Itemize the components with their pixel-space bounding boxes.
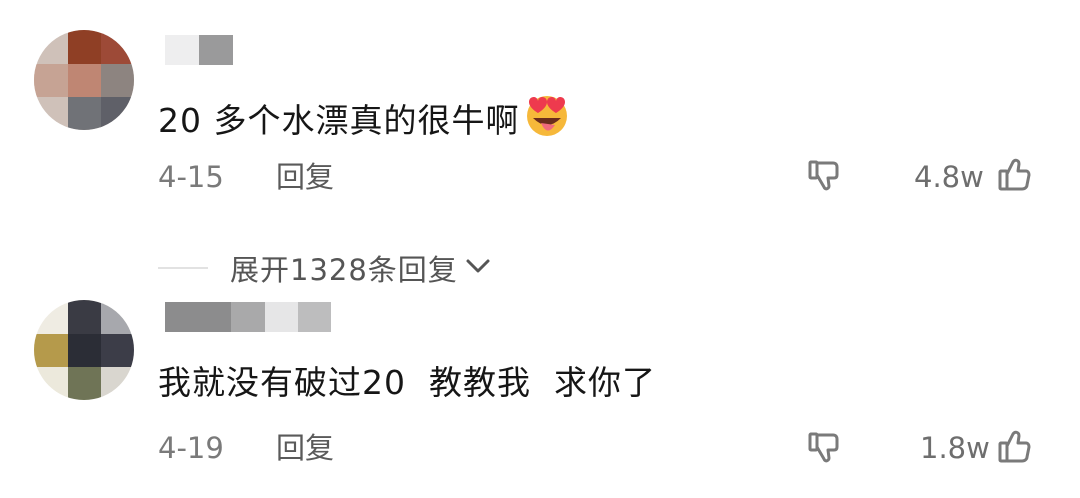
- reply-button[interactable]: 回复: [276, 159, 334, 195]
- thumbs-down-icon[interactable]: [806, 158, 846, 198]
- username-blurred[interactable]: [165, 302, 331, 332]
- thumbs-down-icon[interactable]: [806, 430, 846, 470]
- like-count: 4.8w: [914, 160, 984, 194]
- avatar[interactable]: [34, 300, 134, 400]
- divider: [158, 267, 208, 269]
- comment-date: 4-15: [158, 160, 224, 194]
- thumbs-up-icon[interactable]: [996, 156, 1036, 198]
- comment-section: 20 多个水漂真的很牛啊 4-15 回复 4.8w 展开1328条回复 我就没有…: [0, 0, 1080, 498]
- expand-replies[interactable]: 展开1328条回复: [158, 248, 492, 288]
- comment-text: 我就没有破过20 教教我 求你了: [158, 361, 656, 405]
- comment-date: 4-19: [158, 431, 224, 465]
- chevron-down-icon: [464, 254, 492, 282]
- reply-button[interactable]: 回复: [276, 430, 334, 466]
- comment-text: 20 多个水漂真的很牛啊: [158, 94, 571, 149]
- avatar[interactable]: [34, 30, 134, 130]
- heart-eyes-tongue-emoji: [523, 94, 571, 149]
- comment-body: 20 多个水漂真的很牛啊: [158, 101, 520, 140]
- thumbs-up-icon[interactable]: [996, 428, 1036, 470]
- expand-replies-label: 展开1328条回复: [230, 253, 458, 287]
- username-blurred[interactable]: [165, 35, 233, 65]
- like-count: 1.8w: [920, 431, 990, 465]
- comment-body: 我就没有破过20 教教我 求你了: [158, 363, 656, 402]
